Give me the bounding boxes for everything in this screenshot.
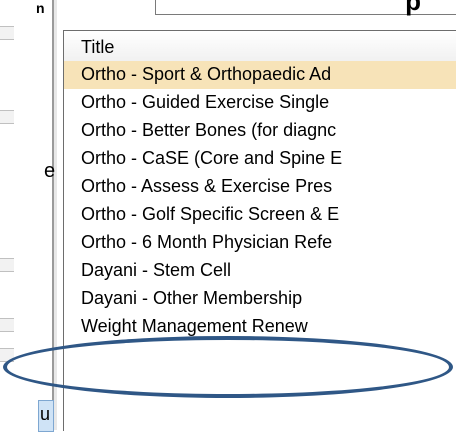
list-item[interactable]: Ortho - 6 Month Physician Refe (64, 229, 456, 257)
left-field-chip (0, 26, 14, 40)
left-field-chip (0, 348, 14, 362)
list-item-label: Ortho - Guided Exercise Single (81, 92, 330, 112)
list-item[interactable]: Ortho - Better Bones (for diagnc (64, 117, 456, 145)
title-fragment: p (405, 0, 421, 16)
column-header-label: Title (81, 37, 115, 57)
left-top-fragment: n (36, 0, 45, 16)
list-item-label: Ortho - CaSE (Core and Spine E (81, 148, 343, 168)
list-item[interactable]: Ortho - Assess & Exercise Pres (64, 173, 456, 201)
title-listbox[interactable]: Title Ortho - Sport & Orthopaedic Ad Orth… (63, 30, 456, 431)
list-item-label: Ortho - Better Bones (for diagnc (81, 120, 337, 140)
left-field-chip (0, 258, 14, 272)
list-item-label: Dayani - Stem Cell (81, 260, 232, 280)
list-item-label: Ortho - Sport & Orthopaedic Ad (81, 64, 332, 84)
list-item[interactable]: Dayani - Other Membership (64, 285, 456, 313)
panel-divider-trim (54, 0, 57, 430)
title-field: p (155, 0, 456, 16)
left-field-label-fragment: e (44, 160, 56, 182)
list-item[interactable]: Ortho - Guided Exercise Single (64, 89, 456, 117)
left-panel: n e u (0, 0, 58, 432)
list-item-label: Ortho - 6 Month Physician Refe (81, 232, 333, 252)
list-item-label: Weight Management Renew (81, 316, 308, 336)
left-field-chip (0, 318, 14, 332)
list-item[interactable]: Dayani - Stem Cell (64, 257, 456, 285)
list-item[interactable]: Ortho - CaSE (Core and Spine E (64, 145, 456, 173)
left-tab-letter: u (40, 404, 51, 424)
list-item-label: Ortho - Assess & Exercise Pres (81, 176, 333, 196)
list-item[interactable]: Ortho - Sport & Orthopaedic Ad (64, 61, 456, 89)
list-item[interactable]: Weight Management Renew (64, 313, 456, 341)
list-item-label: Dayani - Other Membership (81, 288, 303, 308)
list-item[interactable]: Ortho - Golf Specific Screen & E (64, 201, 456, 229)
left-field-chip (0, 110, 14, 124)
column-header-title[interactable]: Title (64, 31, 456, 62)
list-item-label: Ortho - Golf Specific Screen & E (81, 204, 340, 224)
